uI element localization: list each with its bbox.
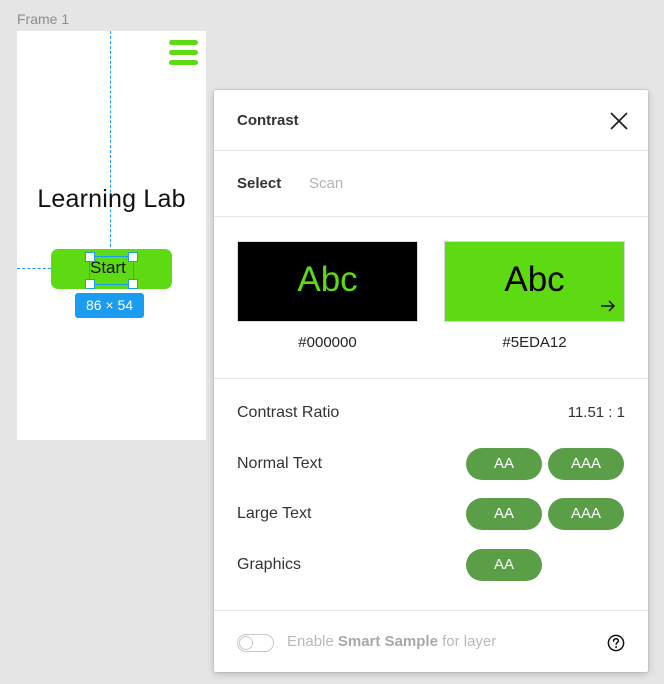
resize-handle-top-left[interactable]	[85, 252, 95, 262]
normal-text-aa-badge: AA	[466, 448, 542, 480]
normal-text-aaa-badge: AAA	[548, 448, 624, 480]
large-text-aaa-badge: AAA	[548, 498, 624, 530]
close-icon[interactable]	[608, 110, 630, 132]
panel-header: Contrast	[214, 90, 648, 151]
hamburger-icon[interactable]	[169, 40, 198, 66]
app-title[interactable]: Learning Lab	[17, 185, 206, 214]
graphics-aa-badge: AA	[466, 549, 542, 581]
divider	[214, 610, 648, 611]
swatch-sample-text: Abc	[297, 260, 358, 299]
normal-text-label: Normal Text	[237, 455, 323, 472]
frame-label[interactable]: Frame 1	[17, 11, 69, 27]
large-text-aa-badge: AA	[466, 498, 542, 530]
smart-sample-text-after: for layer	[437, 633, 497, 650]
frame-canvas[interactable]: Learning Lab Start 86 × 54	[17, 31, 206, 440]
arrow-right-icon[interactable]	[600, 299, 616, 313]
background-swatch[interactable]: Abc	[444, 241, 625, 322]
smart-sample-text-before: Enable	[287, 633, 338, 650]
background-hex[interactable]: #5EDA12	[444, 334, 625, 351]
panel-title: Contrast	[237, 112, 299, 129]
swatch-sample-text: Abc	[504, 260, 565, 299]
toggle-knob	[239, 636, 253, 650]
contrast-ratio-label: Contrast Ratio	[237, 404, 340, 421]
tab-bar: Select Scan	[214, 151, 648, 217]
smart-sample-toggle[interactable]	[237, 634, 274, 652]
contrast-panel: Contrast Select Scan Abc Abc #000000 #5E…	[214, 90, 648, 672]
resize-handle-bottom-left[interactable]	[85, 279, 95, 289]
help-icon[interactable]	[607, 634, 625, 652]
large-text-label: Large Text	[237, 505, 312, 522]
tab-scan[interactable]: Scan	[309, 175, 343, 192]
smart-sample-text-bold: Smart Sample	[337, 633, 438, 650]
smart-sample-label[interactable]: Enable Smart Sample for layer	[287, 633, 496, 650]
dimension-badge: 86 × 54	[75, 293, 144, 318]
graphics-label: Graphics	[237, 556, 302, 573]
foreground-hex[interactable]: #000000	[237, 334, 418, 351]
divider	[214, 378, 648, 379]
tab-select[interactable]: Select	[237, 175, 281, 192]
resize-handle-top-right[interactable]	[128, 252, 138, 262]
foreground-swatch[interactable]: Abc	[237, 241, 418, 322]
contrast-ratio-value: 11.51 : 1	[567, 404, 625, 421]
vertical-guide	[110, 31, 111, 267]
resize-handle-bottom-right[interactable]	[128, 279, 138, 289]
